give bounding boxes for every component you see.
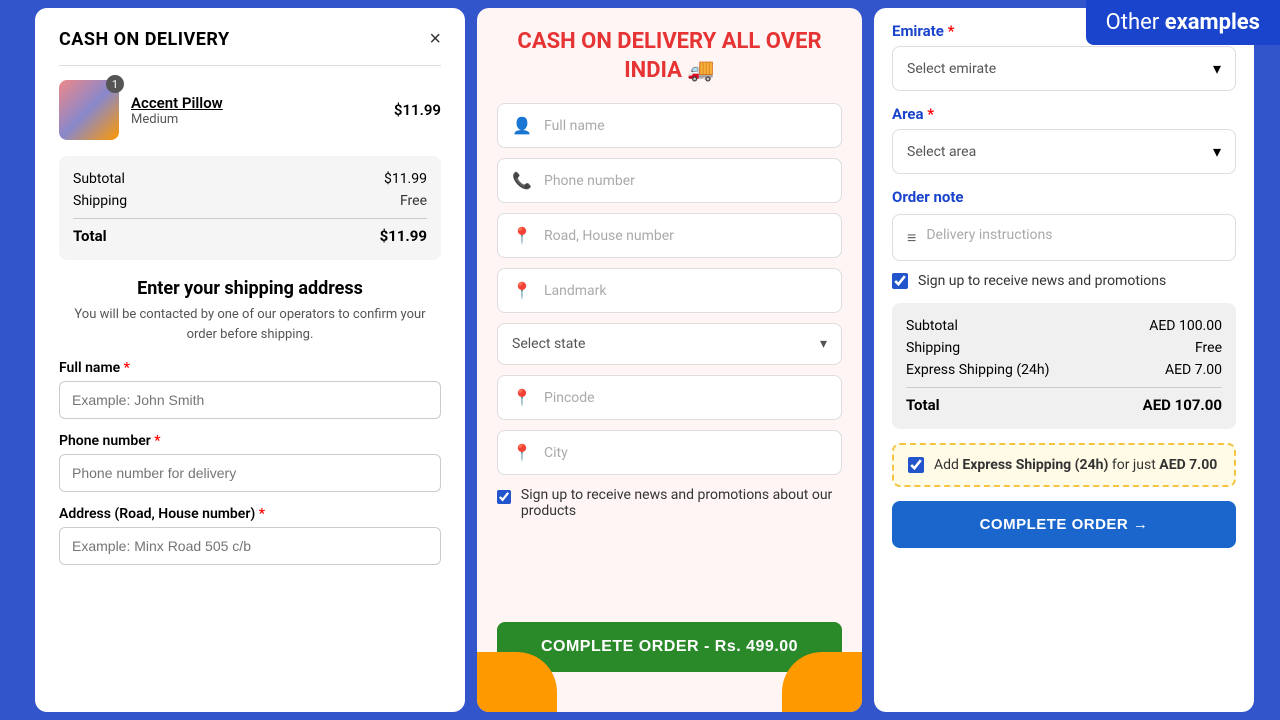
address-label: Address (Road, House number) * [59, 506, 441, 522]
location-icon-road: 📍 [512, 226, 532, 245]
right-express-value: AED 7.00 [1165, 362, 1222, 378]
right-shipping-label: Shipping [906, 340, 960, 356]
area-chevron-icon: ▾ [1213, 142, 1221, 161]
subtotal-row: Subtotal $11.99 [73, 168, 427, 190]
middle-complete-button[interactable]: COMPLETE ORDER - Rs. 499.00 [497, 622, 842, 672]
lines-icon: ≡ [907, 228, 916, 248]
product-image-wrap: 1 [59, 80, 119, 140]
fullname-input[interactable] [59, 381, 441, 419]
right-subtotal-row: Subtotal AED 100.00 [906, 315, 1222, 337]
area-select-text: Select area [907, 144, 976, 160]
location-icon-city: 📍 [512, 443, 532, 462]
location-icon-landmark: 📍 [512, 281, 532, 300]
phone-input[interactable] [59, 454, 441, 492]
state-select-text: Select state [512, 336, 585, 352]
right-signup-label: Sign up to receive news and promotions [918, 273, 1166, 289]
middle-signup-label: Sign up to receive news and promotions a… [521, 487, 842, 519]
chevron-down-icon: ▾ [820, 336, 827, 352]
subtotal-value: $11.99 [384, 171, 427, 187]
middle-signup-checkbox[interactable] [497, 489, 511, 505]
form-section-title: Enter your shipping address [59, 278, 441, 299]
product-variant: Medium [131, 112, 382, 127]
middle-panel-inner: CASH ON DELIVERY ALL OVER INDIA 🚚 👤 Full… [477, 8, 862, 610]
left-panel: CASH ON DELIVERY × 1 Accent Pillow Mediu… [35, 8, 465, 712]
area-label: Area * [892, 105, 1236, 123]
delivery-instructions-placeholder: Delivery instructions [926, 227, 1052, 243]
left-panel-header: CASH ON DELIVERY × [59, 28, 441, 51]
shipping-label: Shipping [73, 193, 127, 209]
state-select[interactable]: Select state ▾ [497, 323, 842, 365]
form-section-subtitle: You will be contacted by one of our oper… [59, 305, 441, 344]
middle-signup-row: Sign up to receive news and promotions a… [497, 487, 842, 519]
emirate-chevron-icon: ▾ [1213, 59, 1221, 78]
middle-panel: CASH ON DELIVERY ALL OVER INDIA 🚚 👤 Full… [477, 8, 862, 712]
right-total-value: AED 107.00 [1143, 396, 1222, 414]
area-select[interactable]: Select area ▾ [892, 129, 1236, 174]
middle-landmark-field[interactable]: 📍 Landmark [497, 268, 842, 313]
middle-pincode-placeholder: Pincode [544, 390, 827, 406]
middle-road-field[interactable]: 📍 Road, House number [497, 213, 842, 258]
right-panel: Emirate * Select emirate ▾ Area * Select… [874, 8, 1254, 712]
right-express-row: Express Shipping (24h) AED 7.00 [906, 359, 1222, 381]
middle-phone-placeholder: Phone number [544, 173, 827, 189]
product-price: $11.99 [394, 101, 441, 119]
right-total-label: Total [906, 396, 940, 414]
express-shipping-banner: Add Express Shipping (24h) for just AED … [892, 443, 1236, 487]
express-shipping-checkbox[interactable] [908, 457, 924, 473]
other-examples-text: Other examples [1106, 10, 1260, 35]
total-label: Total [73, 227, 107, 245]
emirate-select[interactable]: Select emirate ▾ [892, 46, 1236, 91]
emirate-select-text: Select emirate [907, 61, 996, 77]
right-signup-row: Sign up to receive news and promotions [892, 273, 1236, 289]
fullname-label: Full name * [59, 360, 441, 376]
product-row: 1 Accent Pillow Medium $11.99 [59, 80, 441, 140]
left-panel-title: CASH ON DELIVERY [59, 29, 230, 50]
right-shipping-value: Free [1195, 340, 1222, 356]
phone-label: Phone number * [59, 433, 441, 449]
product-quantity-badge: 1 [106, 75, 124, 93]
subtotal-label: Subtotal [73, 171, 125, 187]
middle-pincode-field[interactable]: 📍 Pincode [497, 375, 842, 420]
total-value: $11.99 [380, 227, 427, 245]
location-icon-pincode: 📍 [512, 388, 532, 407]
right-subtotal-value: AED 100.00 [1149, 318, 1222, 334]
middle-fullname-field[interactable]: 👤 Full name [497, 103, 842, 148]
right-express-label: Express Shipping (24h) [906, 362, 1049, 378]
divider [59, 65, 441, 66]
product-info: Accent Pillow Medium [131, 94, 382, 127]
right-total-row: Total AED 107.00 [906, 387, 1222, 417]
shipping-value: Free [400, 193, 427, 209]
middle-road-placeholder: Road, House number [544, 228, 827, 244]
close-button[interactable]: × [429, 28, 441, 51]
total-row: Total $11.99 [73, 218, 427, 248]
delivery-instructions-field[interactable]: ≡ Delivery instructions [892, 214, 1236, 261]
right-signup-checkbox[interactable] [892, 273, 908, 289]
shipping-row: Shipping Free [73, 190, 427, 212]
middle-phone-field[interactable]: 📞 Phone number [497, 158, 842, 203]
middle-landmark-placeholder: Landmark [544, 283, 827, 299]
person-icon: 👤 [512, 116, 532, 135]
express-banner-text: Add Express Shipping (24h) for just AED … [934, 457, 1217, 473]
middle-city-placeholder: City [544, 445, 827, 461]
product-name: Accent Pillow [131, 94, 382, 112]
order-note-label: Order note [892, 188, 1236, 206]
right-complete-button[interactable]: COMPLETE ORDER → [892, 501, 1236, 548]
right-shipping-row: Shipping Free [906, 337, 1222, 359]
middle-panel-title: CASH ON DELIVERY ALL OVER INDIA 🚚 [497, 28, 842, 85]
other-examples-banner: Other examples [1086, 0, 1280, 45]
phone-icon: 📞 [512, 171, 532, 190]
middle-city-field[interactable]: 📍 City [497, 430, 842, 475]
address-input[interactable] [59, 527, 441, 565]
right-subtotal-label: Subtotal [906, 318, 958, 334]
middle-fullname-placeholder: Full name [544, 118, 827, 134]
left-summary-table: Subtotal $11.99 Shipping Free Total $11.… [59, 156, 441, 260]
right-summary-table: Subtotal AED 100.00 Shipping Free Expres… [892, 303, 1236, 429]
